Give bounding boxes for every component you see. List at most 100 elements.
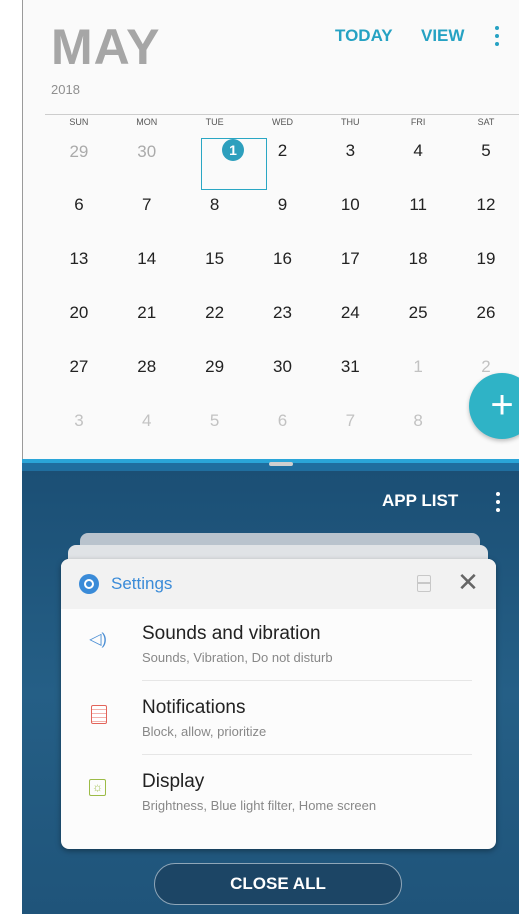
close-all-button[interactable]: CLOSE ALL xyxy=(154,863,402,905)
day-cell[interactable]: 18 xyxy=(384,237,452,291)
day-cell[interactable]: 10 xyxy=(316,183,384,237)
day-number: 17 xyxy=(340,249,360,268)
view-button[interactable]: VIEW xyxy=(421,26,464,46)
day-cell[interactable]: 4 xyxy=(113,399,181,453)
settings-gear-icon xyxy=(79,574,99,594)
day-cell[interactable]: 30 xyxy=(113,129,181,183)
today-indicator[interactable]: 1 xyxy=(222,139,244,161)
day-number: 5 xyxy=(209,411,220,430)
day-cell[interactable]: 5 xyxy=(181,399,249,453)
day-cell[interactable]: 17 xyxy=(316,237,384,291)
split-view-icon[interactable] xyxy=(417,575,431,592)
day-cell[interactable]: 19 xyxy=(452,237,519,291)
day-cell[interactable]: 6 xyxy=(45,183,113,237)
day-cell[interactable]: 29 xyxy=(45,129,113,183)
day-number: 29 xyxy=(69,142,89,161)
month-title: MAY xyxy=(51,19,161,75)
day-cell[interactable]: 26 xyxy=(452,291,519,345)
settings-item-display[interactable]: ☼ Display Brightness, Blue light filter,… xyxy=(61,757,496,829)
week-row: 29 30 2 3 4 5 xyxy=(45,129,519,183)
day-number: 22 xyxy=(205,303,225,322)
day-cell[interactable]: 31 xyxy=(316,345,384,399)
day-cell[interactable]: 3 xyxy=(316,129,384,183)
day-cell[interactable]: 13 xyxy=(45,237,113,291)
more-options-icon[interactable] xyxy=(492,490,504,514)
day-cell[interactable]: 20 xyxy=(45,291,113,345)
day-cell[interactable]: 21 xyxy=(113,291,181,345)
settings-item-title: Sounds and vibration xyxy=(142,623,321,644)
day-cell[interactable]: 14 xyxy=(113,237,181,291)
settings-item-subtitle: Brightness, Blue light filter, Home scre… xyxy=(142,798,377,813)
day-cell[interactable]: 30 xyxy=(249,345,317,399)
week-row: 20 21 22 23 24 25 26 xyxy=(45,291,519,345)
day-cell[interactable]: 28 xyxy=(113,345,181,399)
day-number: 27 xyxy=(69,357,89,376)
day-cell[interactable]: 4 xyxy=(384,129,452,183)
day-number: 6 xyxy=(277,411,288,430)
day-number: 24 xyxy=(340,303,360,322)
settings-item-sounds[interactable]: ◁) Sounds and vibration Sounds, Vibratio… xyxy=(61,609,496,681)
day-cell[interactable]: 7 xyxy=(316,399,384,453)
day-cell[interactable]: 11 xyxy=(384,183,452,237)
day-cell[interactable]: 23 xyxy=(249,291,317,345)
day-number: 15 xyxy=(205,249,225,268)
settings-item-subtitle: Block, allow, prioritize xyxy=(142,724,267,739)
day-cell[interactable]: 1 xyxy=(384,345,452,399)
settings-recent-card[interactable]: Settings ✕ ◁) Sounds and vibration Sound… xyxy=(61,559,496,849)
week-row: 3 4 5 6 7 8 xyxy=(45,399,519,453)
day-cell[interactable]: 12 xyxy=(452,183,519,237)
day-cell[interactable]: 15 xyxy=(181,237,249,291)
weekday-header-row: SUN MON TUE WED THU FRI SAT xyxy=(45,115,519,129)
day-number: 30 xyxy=(272,357,292,376)
split-resize-handle[interactable] xyxy=(269,462,293,466)
day-number: 30 xyxy=(137,142,157,161)
week-row: 13 14 15 16 17 18 19 xyxy=(45,237,519,291)
speaker-icon: ◁) xyxy=(89,631,107,648)
day-number: 23 xyxy=(272,303,292,322)
day-cell[interactable]: 27 xyxy=(45,345,113,399)
close-icon[interactable]: ✕ xyxy=(455,569,481,595)
day-number: 5 xyxy=(481,141,491,160)
day-number: 29 xyxy=(205,357,225,376)
weekday-sat: SAT xyxy=(477,117,495,127)
day-cell[interactable]: 22 xyxy=(181,291,249,345)
day-number: 14 xyxy=(137,249,157,268)
split-screen-divider xyxy=(22,459,519,471)
day-number: 26 xyxy=(476,303,496,322)
day-cell[interactable]: 9 xyxy=(249,183,317,237)
settings-item-title: Notifications xyxy=(142,697,246,718)
weekday-mon: MON xyxy=(136,117,158,127)
today-button[interactable]: TODAY xyxy=(335,26,393,46)
day-cell[interactable]: 25 xyxy=(384,291,452,345)
day-cell[interactable]: 6 xyxy=(249,399,317,453)
day-number: 4 xyxy=(413,141,423,160)
day-cell[interactable]: 8 xyxy=(181,183,249,237)
recent-apps-panel: APP LIST Settings ✕ ◁) Sounds and vibrat… xyxy=(22,471,519,914)
day-number: 13 xyxy=(69,249,89,268)
day-cell[interactable]: 24 xyxy=(316,291,384,345)
day-number: 20 xyxy=(69,303,89,322)
day-cell[interactable]: 3 xyxy=(45,399,113,453)
weekday-fri: FRI xyxy=(410,117,426,127)
more-options-icon[interactable] xyxy=(489,22,505,50)
weekday-tue: TUE xyxy=(205,117,224,127)
day-number: 16 xyxy=(272,249,292,268)
card-title: Settings xyxy=(111,574,173,593)
day-cell[interactable]: 5 xyxy=(452,129,519,183)
settings-item-notifications[interactable]: Notifications Block, allow, prioritize xyxy=(61,683,496,755)
day-number: 18 xyxy=(408,249,428,268)
settings-item-subtitle: Sounds, Vibration, Do not disturb xyxy=(142,650,333,665)
app-list-button[interactable]: APP LIST xyxy=(382,491,458,511)
row-divider xyxy=(142,754,472,755)
day-number: 9 xyxy=(277,195,288,214)
day-number: 10 xyxy=(340,195,360,214)
day-number: 8 xyxy=(413,411,423,430)
year-label: 2018 xyxy=(51,82,80,97)
day-cell[interactable]: 29 xyxy=(181,345,249,399)
notification-icon xyxy=(91,705,107,724)
day-cell[interactable]: 8 xyxy=(384,399,452,453)
day-cell[interactable]: 16 xyxy=(249,237,317,291)
day-number: 1 xyxy=(413,357,423,376)
day-cell[interactable]: 7 xyxy=(113,183,181,237)
day-number: 11 xyxy=(409,195,427,214)
